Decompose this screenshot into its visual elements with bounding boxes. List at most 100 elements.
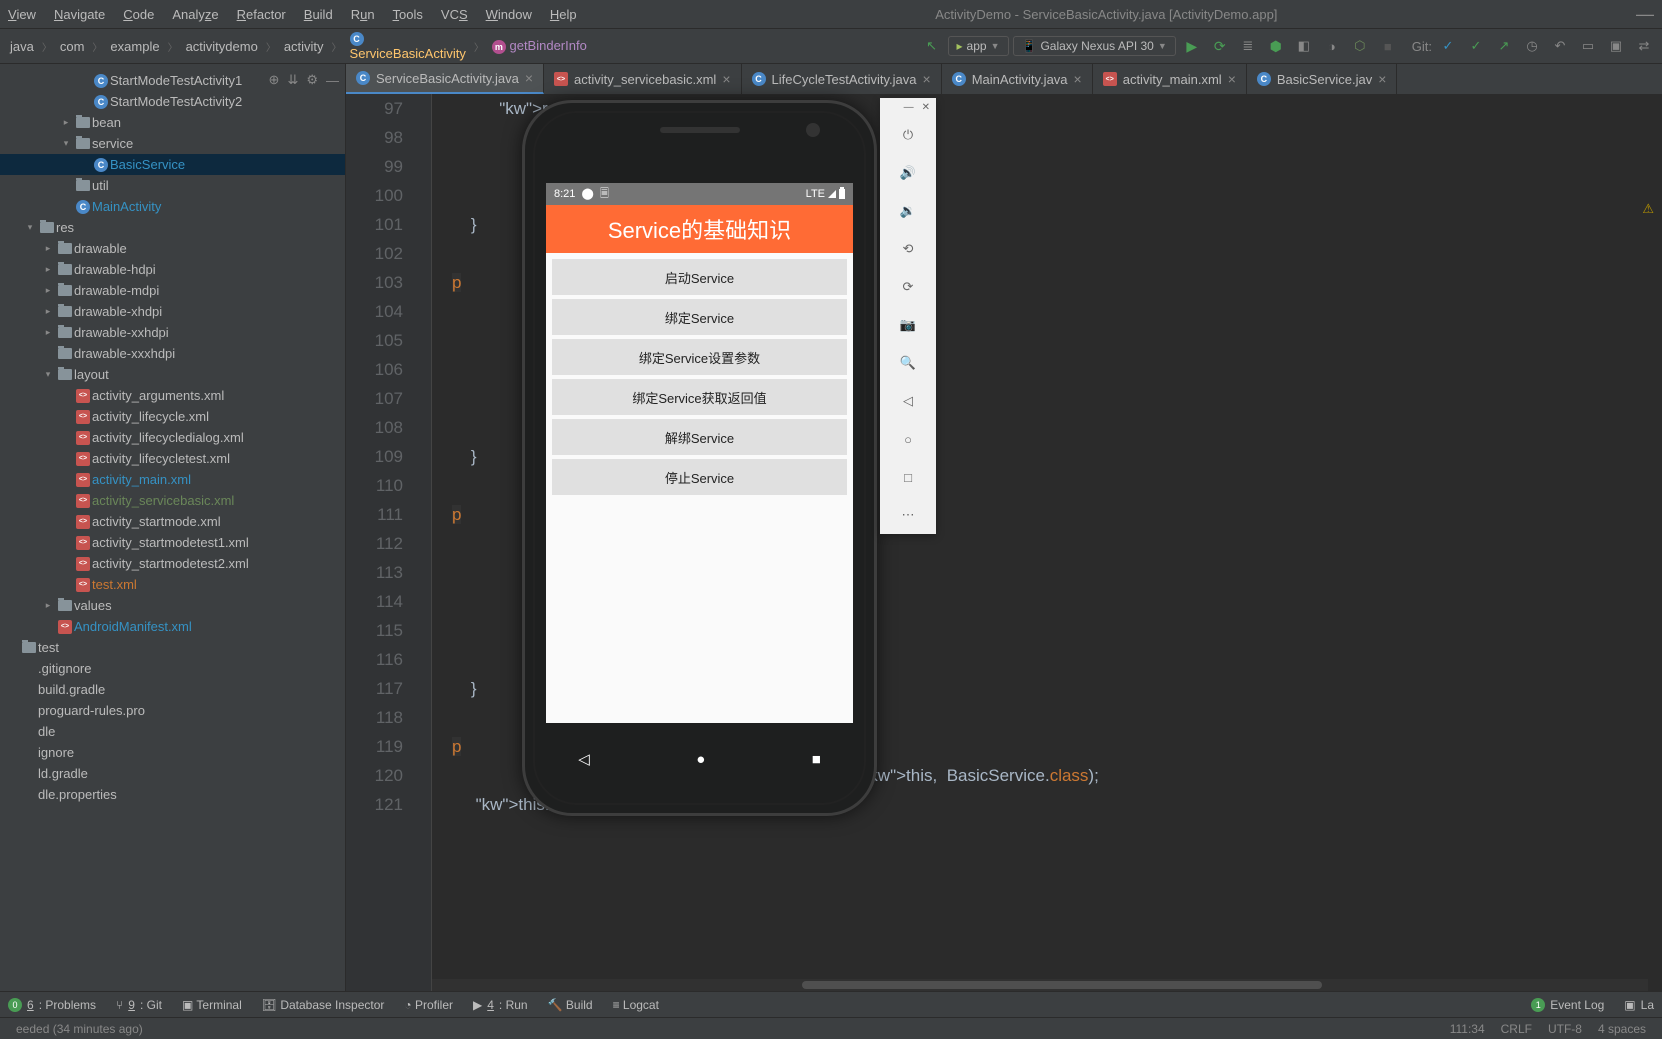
tree-item-androidmanifest-xml[interactable]: <>AndroidManifest.xml (0, 616, 345, 637)
tab-lifecycletestactivity-java[interactable]: CLifeCycleTestActivity.java× (742, 64, 942, 94)
tool-layout[interactable]: ▣ La (1624, 998, 1654, 1012)
tree-item-activity_arguments-xml[interactable]: <>activity_arguments.xml (0, 385, 345, 406)
volume-down-icon[interactable]: 🔉 (880, 192, 936, 230)
power-icon[interactable]: ⏻ (880, 116, 936, 154)
coverage-icon[interactable]: ◑ (1320, 34, 1344, 58)
profiler-icon[interactable]: ◧ (1292, 34, 1316, 58)
tree-item-test[interactable]: test (0, 637, 345, 658)
indent[interactable]: 4 spaces (1590, 1022, 1654, 1036)
tree-item-values[interactable]: ▸values (0, 595, 345, 616)
bug-icon[interactable]: ⬢ (1264, 34, 1288, 58)
tool-problems[interactable]: 06: Problems (8, 998, 96, 1012)
tool-db[interactable]: 🗄 Database Inspector (262, 998, 385, 1012)
screenshot-icon[interactable]: 📷 (880, 306, 936, 344)
device-selector[interactable]: 📱Galaxy Nexus API 30▼ (1013, 36, 1176, 56)
sdk-icon[interactable]: ▣ (1604, 34, 1628, 58)
line-ending[interactable]: CRLF (1493, 1022, 1540, 1036)
tree-item-dle[interactable]: dle (0, 721, 345, 742)
volume-up-icon[interactable]: 🔊 (880, 154, 936, 192)
rotate-right-icon[interactable]: ⟳ (880, 268, 936, 306)
tree-item-drawable-xxxhdpi[interactable]: drawable-xxxhdpi (0, 343, 345, 364)
emu-btn-绑定Service[interactable]: 绑定Service (552, 299, 847, 335)
sync-icon[interactable]: ⇄ (1632, 34, 1656, 58)
emu-overview-icon[interactable]: □ (880, 458, 936, 496)
tool-git[interactable]: ⑂ 9: Git (116, 998, 162, 1012)
tool-profiler[interactable]: ◔ Profiler (404, 998, 453, 1012)
menu-analyze[interactable]: Analyze (172, 7, 218, 22)
rotate-left-icon[interactable]: ⟲ (880, 230, 936, 268)
tree-item-activity_startmodetest2-xml[interactable]: <>activity_startmodetest2.xml (0, 553, 345, 574)
project-tree[interactable]: ⊕ ⇊ ⚙ — CStartModeTestActivity1CStartMod… (0, 64, 346, 991)
menu-build[interactable]: Build (304, 7, 333, 22)
tree-item-activity_lifecycletest-xml[interactable]: <>activity_lifecycletest.xml (0, 448, 345, 469)
crumb-class[interactable]: C ServiceBasicActivity (346, 32, 470, 61)
emulator-close-icon[interactable]: ✕ (922, 102, 930, 113)
tree-item-drawable[interactable]: ▸drawable (0, 238, 345, 259)
emu-back-icon[interactable]: ◁ (880, 382, 936, 420)
run-config-selector[interactable]: ▸app▼ (948, 36, 1009, 56)
tree-item-layout[interactable]: ▾layout (0, 364, 345, 385)
warning-icon[interactable]: ⚠ (1642, 194, 1654, 223)
tree-item-drawable-hdpi[interactable]: ▸drawable-hdpi (0, 259, 345, 280)
tree-item-test-xml[interactable]: <>test.xml (0, 574, 345, 595)
tab-activity_servicebasic-xml[interactable]: <>activity_servicebasic.xml× (544, 64, 742, 94)
tree-item-activity_main-xml[interactable]: <>activity_main.xml (0, 469, 345, 490)
emulator-screen[interactable]: 8:21 ⬤ 🗏 LTE Service的基础知识 启动Service绑定Ser… (546, 183, 853, 723)
tree-item-activity_lifecycle-xml[interactable]: <>activity_lifecycle.xml (0, 406, 345, 427)
tab-basicservice-jav[interactable]: CBasicService.jav× (1247, 64, 1398, 94)
encoding[interactable]: UTF-8 (1540, 1022, 1590, 1036)
tree-item-ignore[interactable]: ignore (0, 742, 345, 763)
emu-more-icon[interactable]: ⋯ (880, 496, 936, 534)
crumb-com[interactable]: com (56, 39, 89, 54)
stop-button[interactable]: ■ (1376, 34, 1400, 58)
emu-btn-绑定Service设置参数[interactable]: 绑定Service设置参数 (552, 339, 847, 375)
crumb-activity[interactable]: activity (280, 39, 328, 54)
git-commit-icon[interactable]: ✓ (1464, 34, 1488, 58)
emulator-minimize-icon[interactable]: — (904, 102, 914, 113)
tool-logcat[interactable]: ≡ Logcat (613, 998, 659, 1012)
tree-item-res[interactable]: ▾res (0, 217, 345, 238)
menu-navigate[interactable]: Navigate (54, 7, 105, 22)
emu-btn-绑定Service获取返回值[interactable]: 绑定Service获取返回值 (552, 379, 847, 415)
tab-activity_main-xml[interactable]: <>activity_main.xml× (1093, 64, 1247, 94)
tree-item--gitignore[interactable]: .gitignore (0, 658, 345, 679)
crumb-java[interactable]: java (6, 39, 38, 54)
minimize-button[interactable]: — (1636, 4, 1654, 25)
run-button[interactable]: ▶ (1180, 34, 1204, 58)
menu-window[interactable]: Window (486, 7, 532, 22)
tab-close-icon[interactable]: × (525, 70, 533, 86)
git-update-icon[interactable]: ✓ (1436, 34, 1460, 58)
tree-item-ld-gradle[interactable]: ld.gradle (0, 763, 345, 784)
crumb-example[interactable]: example (106, 39, 163, 54)
tool-run[interactable]: ▶ 4: Run (473, 998, 528, 1012)
apply-changes-icon[interactable]: ⟳ (1208, 34, 1232, 58)
menu-help[interactable]: Help (550, 7, 577, 22)
menu-code[interactable]: Code (123, 7, 154, 22)
git-history-icon[interactable]: ◷ (1520, 34, 1544, 58)
android-recent-button[interactable]: ■ (812, 751, 821, 768)
tab-close-icon[interactable]: × (722, 71, 730, 87)
tool-eventlog[interactable]: 1Event Log (1531, 998, 1604, 1012)
git-revert-icon[interactable]: ↶ (1548, 34, 1572, 58)
tree-item-drawable-mdpi[interactable]: ▸drawable-mdpi (0, 280, 345, 301)
debug-icon[interactable]: ≣ (1236, 34, 1260, 58)
tree-item-bean[interactable]: ▸bean (0, 112, 345, 133)
crumb-activitydemo[interactable]: activitydemo (182, 39, 262, 54)
tree-item-build-gradle[interactable]: build.gradle (0, 679, 345, 700)
android-home-button[interactable]: ● (696, 751, 705, 768)
emu-home-icon[interactable]: ○ (880, 420, 936, 458)
tree-item-activity_lifecycledialog-xml[interactable]: <>activity_lifecycledialog.xml (0, 427, 345, 448)
menu-view[interactable]: View (8, 7, 36, 22)
menu-run[interactable]: Run (351, 7, 375, 22)
tree-item-service[interactable]: ▾service (0, 133, 345, 154)
back-nav-icon[interactable]: ↖ (920, 34, 944, 58)
emu-btn-解绑Service[interactable]: 解绑Service (552, 419, 847, 455)
zoom-icon[interactable]: 🔍 (880, 344, 936, 382)
tree-item-activity_startmodetest1-xml[interactable]: <>activity_startmodetest1.xml (0, 532, 345, 553)
tab-close-icon[interactable]: × (1228, 71, 1236, 87)
crumb-method[interactable]: m getBinderInfo (488, 38, 591, 54)
emu-btn-停止Service[interactable]: 停止Service (552, 459, 847, 495)
collapse-icon[interactable]: ⇊ (287, 72, 298, 88)
tree-item-basicservice[interactable]: CBasicService (0, 154, 345, 175)
tab-close-icon[interactable]: × (1074, 71, 1082, 87)
